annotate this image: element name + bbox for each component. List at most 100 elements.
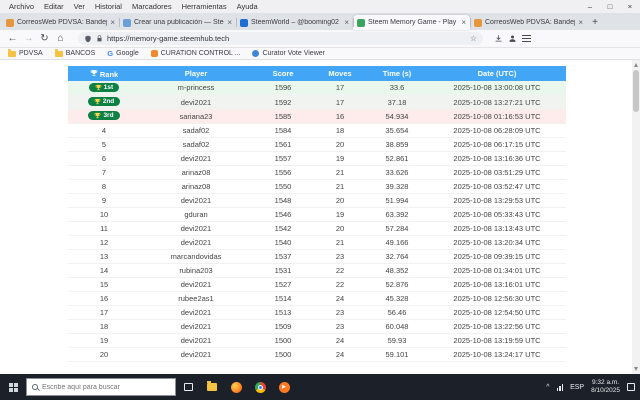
app-menu-icon[interactable]: [522, 35, 531, 42]
menu-marcadores[interactable]: Marcadores: [127, 2, 177, 11]
forward-button[interactable]: →: [22, 33, 35, 44]
leaderboard-row: 1st m-princess 1596 17 33.6 2025-10-08 13:00:…: [68, 81, 566, 96]
date-cell: 2025-10-08 01:16:53 UTC: [428, 109, 566, 124]
action-center-icon[interactable]: [627, 383, 635, 391]
tab-close-icon[interactable]: ×: [461, 18, 466, 27]
leaderboard-row: 9 devi2021 1548 20 51.994 2025-10-08 13:29:53…: [68, 193, 566, 208]
bookmark-item[interactable]: BANCOS: [54, 48, 96, 58]
new-tab-button[interactable]: +: [587, 15, 603, 30]
date-cell: 2025-10-08 13:19:59 UTC: [428, 333, 566, 348]
downloads-icon[interactable]: [494, 34, 503, 43]
date-cell: 2025-10-08 06:17:15 UTC: [428, 137, 566, 152]
browser-tab[interactable]: CorreosWeb PDVSA: Bandeja de×: [2, 15, 119, 30]
leaderboard-row: 7 arinaz08 1556 21 33.626 2025-10-08 03:51:29…: [68, 165, 566, 180]
back-button[interactable]: ←: [6, 33, 19, 44]
tab-favicon: [123, 18, 131, 27]
menu-herramientas[interactable]: Herramientas: [177, 2, 232, 11]
reload-button[interactable]: ↻: [38, 33, 51, 44]
trophy-icon: [95, 84, 102, 90]
tab-close-icon[interactable]: ×: [344, 18, 349, 27]
score-cell: 1596: [252, 81, 314, 96]
chrome-icon[interactable]: [248, 374, 272, 400]
browser-tab[interactable]: CorreosWeb PDVSA: Bandeja de×: [470, 15, 587, 30]
player-cell: devi2021: [140, 95, 252, 110]
player-cell: devi2021: [140, 193, 252, 208]
leaderboard-body: 1st m-princess 1596 17 33.6 2025-10-08 13:00:…: [68, 81, 566, 362]
rank-badge: 1st: [88, 82, 120, 92]
network-icon[interactable]: [556, 383, 564, 391]
rank-cell: 17: [68, 305, 140, 320]
player-cell: sadaf02: [140, 137, 252, 152]
bookmark-item[interactable]: G Google: [107, 49, 138, 58]
menu-ver[interactable]: Ver: [69, 2, 90, 11]
minimize-button[interactable]: –: [580, 0, 600, 13]
leaderboard-row: 20 devi2021 1500 24 59.101 2025-10-08 13:24:1…: [68, 347, 566, 362]
score-cell: 1514: [252, 291, 314, 306]
close-button[interactable]: ×: [620, 0, 640, 13]
tab-close-icon[interactable]: ×: [578, 18, 583, 27]
bookmark-item[interactable]: PDVSA: [8, 48, 43, 58]
bookmark-item[interactable]: CURATION CONTROL ...: [150, 49, 240, 58]
player-cell: devi2021: [140, 235, 252, 250]
clock-time: 9:32 a.m.: [591, 378, 620, 386]
tab-strip: CorreosWeb PDVSA: Bandeja de×Crear una p…: [0, 13, 640, 30]
date-cell: 2025-10-08 09:39:15 UTC: [428, 249, 566, 264]
file-explorer-icon[interactable]: [200, 374, 224, 400]
task-view-icon[interactable]: [176, 374, 200, 400]
browser-tab[interactable]: Crear una publicación — Steen ×: [119, 15, 236, 30]
rank-cell: 12: [68, 235, 140, 250]
menu-ayuda[interactable]: Ayuda: [232, 2, 263, 11]
bookmark-item[interactable]: Curator Vote Viewer: [252, 49, 325, 58]
scroll-down-icon[interactable]: [633, 367, 638, 371]
menu-editar[interactable]: Editar: [39, 2, 69, 11]
player-cell: m-princess: [140, 81, 252, 96]
menu-historial[interactable]: Historial: [90, 2, 127, 11]
url-text[interactable]: https://memory-game.steemhub.tech: [107, 34, 466, 43]
player-cell: rubee2as1: [140, 291, 252, 306]
time-cell: 52.876: [366, 277, 428, 292]
browser-tab[interactable]: SteemWorld – @booming02 ×: [236, 15, 353, 30]
time-cell: 39.328: [366, 179, 428, 194]
taskbar-search-input[interactable]: [42, 383, 170, 391]
start-button[interactable]: [0, 374, 26, 400]
page-scrollbar[interactable]: [632, 60, 640, 374]
trophy-icon: [94, 98, 101, 105]
player-cell: gduran: [140, 207, 252, 222]
taskbar-clock[interactable]: 9:32 a.m. 8/10/2025: [591, 379, 620, 395]
bookmark-label: Curator Vote Viewer: [262, 50, 325, 57]
account-icon[interactable]: [508, 34, 517, 43]
media-player-icon[interactable]: ▶: [272, 374, 296, 400]
language-indicator[interactable]: ESP: [570, 384, 584, 391]
tray-chevron-icon[interactable]: ^: [546, 384, 549, 391]
date-cell: 2025-10-08 13:16:36 UTC: [428, 151, 566, 166]
menu-archivo[interactable]: Archivo: [4, 2, 39, 11]
firefox-icon[interactable]: [224, 374, 248, 400]
scrollbar-thumb[interactable]: [633, 70, 639, 112]
time-cell: 59.101: [366, 347, 428, 362]
moves-cell: 20: [314, 221, 366, 236]
tab-close-icon[interactable]: ×: [227, 18, 232, 27]
score-cell: 1550: [252, 179, 314, 194]
time-cell: 33.6: [366, 81, 428, 96]
bookmark-star-icon[interactable]: ☆: [470, 34, 477, 43]
player-cell: devi2021: [140, 151, 252, 166]
maximize-button[interactable]: □: [600, 0, 620, 13]
column-header-score: Score: [252, 66, 314, 81]
rank-cell: 19: [68, 333, 140, 348]
taskbar-search[interactable]: [26, 378, 176, 396]
player-cell: devi2021: [140, 277, 252, 292]
browser-tab[interactable]: Steem Memory Game - Play an ×: [353, 15, 470, 30]
home-button[interactable]: ⌂: [54, 33, 67, 44]
tab-title: Steem Memory Game - Play an: [368, 19, 459, 26]
tab-close-icon[interactable]: ×: [110, 18, 115, 27]
score-cell: 1509: [252, 319, 314, 334]
bookmark-label: BANCOS: [65, 50, 96, 57]
rank-cell: 4: [68, 123, 140, 138]
date-cell: 2025-10-08 13:00:08 UTC: [428, 81, 566, 96]
date-cell: 2025-10-08 13:13:43 UTC: [428, 221, 566, 236]
scroll-up-icon[interactable]: [633, 63, 638, 67]
leaderboard-row: 15 devi2021 1527 22 52.876 2025-10-08 13:16:0…: [68, 277, 566, 292]
address-bar[interactable]: https://memory-game.steemhub.tech ☆: [78, 32, 483, 45]
column-header-time-s: Time (s): [366, 66, 428, 81]
moves-cell: 22: [314, 263, 366, 278]
